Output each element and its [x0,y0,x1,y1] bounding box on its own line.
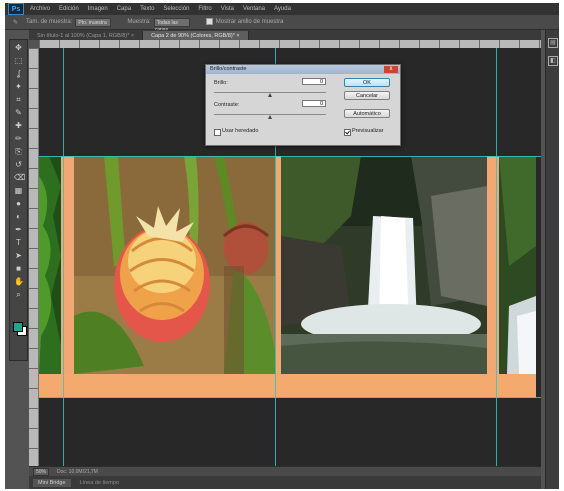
shape-icon[interactable]: ■ [14,264,23,273]
document-tab-1[interactable]: Sin título-1 al 100% (Capa 1, RGB/8)* × [29,31,144,40]
dialog-title: Brillo/contraste [210,66,247,72]
gradient-icon[interactable]: ▦ [14,186,23,195]
menu-filter[interactable]: Filtro [198,6,211,12]
vertical-ruler[interactable] [29,48,39,466]
legacy-checkbox[interactable] [214,129,221,136]
preview-label: Previsualizar [352,128,384,134]
dialog-title-bar[interactable]: Brillo/contraste x [206,65,400,74]
photoshop-window: Ps Archivo Edición Imagen Capa Texto Sel… [5,3,559,489]
contrast-label: Contraste: [214,102,240,108]
menu-window[interactable]: Ventana [243,6,265,12]
sample-size-select[interactable]: Pto. muestra [75,17,112,27]
photo-right-strip [499,156,536,374]
app-logo: Ps [8,3,24,15]
foreground-color-swatch[interactable] [13,322,23,332]
menu-image[interactable]: Imagen [88,6,108,12]
preview-checkbox[interactable] [344,129,351,136]
quick-select-icon[interactable]: ✦ [14,82,23,91]
document-size-info[interactable]: Doc: 10,0M/21,7M [57,469,98,475]
photo-flower [74,156,276,374]
menu-help[interactable]: Ayuda [274,6,291,12]
sample-select[interactable]: Todas las capas [153,17,190,33]
cancel-button[interactable]: Cancelar [344,91,390,100]
document-canvas[interactable] [39,156,536,398]
history-panel-icon[interactable]: ▤ [548,38,558,48]
move-icon[interactable]: ✥ [14,43,23,52]
eyedropper-option-icon[interactable]: ✎ [13,19,18,26]
menu-edit[interactable]: Edición [59,6,79,12]
brightness-input[interactable]: 0 [302,78,326,85]
guide-vertical-1[interactable] [63,48,64,466]
timeline-tab[interactable]: Línea de tiempo [75,479,124,487]
brush-icon[interactable]: ✏ [14,134,23,143]
eraser-icon[interactable]: ⌫ [14,173,25,182]
toolbox: ✥ ⬚ ʆ ✦ ⌗ ✎ ✚ ✏ ⎘ ↺ ⌫ ▦ ● ◐ ✒ T ➤ ■ ✋ ⌕ [9,39,28,361]
menu-type[interactable]: Texto [140,6,154,12]
brightness-slider-thumb[interactable] [268,93,272,97]
healing-icon[interactable]: ✚ [14,121,23,130]
eyedropper-icon[interactable]: ✎ [14,108,23,117]
menu-view[interactable]: Vista [221,6,234,12]
contrast-slider-thumb[interactable] [268,115,272,119]
show-ring-option[interactable]: Mostrar anillo de muestra [205,18,283,26]
ok-button[interactable]: OK [344,78,390,87]
bottom-panel-tabs: Mini Bridge Línea de tiempo [29,476,541,489]
photo-waterfall [281,156,487,374]
sample-label: Muestra: [127,19,151,25]
guide-horizontal-2[interactable] [39,397,541,398]
path-select-icon[interactable]: ➤ [14,251,23,260]
auto-button[interactable]: Automático [344,109,390,118]
options-bar: ✎ Tam. de muestra: Pto. muestra Muestra:… [5,15,559,33]
status-bar: 50% Doc: 10,0M/21,7M [29,466,541,476]
properties-panel-icon[interactable]: ◧ [548,56,558,66]
zoom-field[interactable]: 50% [33,467,49,476]
type-icon[interactable]: T [14,238,23,247]
menu-bar: Ps Archivo Edición Imagen Capa Texto Sel… [5,3,559,15]
mini-bridge-tab[interactable]: Mini Bridge [33,478,71,487]
brightness-contrast-dialog: Brillo/contraste x Brillo: 0 Contraste: … [205,64,401,146]
blur-icon[interactable]: ● [14,199,23,208]
menu-file[interactable]: Archivo [30,6,50,12]
brightness-label: Brillo: [214,80,228,86]
guide-horizontal-1[interactable] [39,156,541,157]
crop-icon[interactable]: ⌗ [14,95,23,104]
legacy-label: Usar heredado [222,128,259,134]
contrast-input[interactable]: 0 [302,100,326,107]
document-tab-2[interactable]: Capa 2 de 90% (Colores, RGB/8)* × [143,31,249,40]
dialog-close-button[interactable]: x [384,66,398,73]
history-brush-icon[interactable]: ↺ [14,160,23,169]
collapsed-panels: ▤ ◧ [545,30,559,489]
show-ring-checkbox[interactable] [205,18,213,26]
photo-left-leaves [39,156,61,374]
sample-size-label: Tam. de muestra: [26,19,73,25]
menu-layer[interactable]: Capa [117,6,131,12]
guide-vertical-3[interactable] [496,48,497,466]
menu-select[interactable]: Selección [163,6,189,12]
lasso-icon[interactable]: ʆ [14,69,23,78]
document-tab-bar: Sin título-1 al 100% (Capa 1, RGB/8)* × … [29,30,541,40]
document-bottom-band [39,374,536,398]
stamp-icon[interactable]: ⎘ [14,147,23,156]
marquee-icon[interactable]: ⬚ [14,56,23,65]
hand-icon[interactable]: ✋ [14,277,24,286]
pen-icon[interactable]: ✒ [14,225,23,234]
zoom-icon[interactable]: ⌕ [14,290,23,299]
dodge-icon[interactable]: ◐ [14,212,23,221]
